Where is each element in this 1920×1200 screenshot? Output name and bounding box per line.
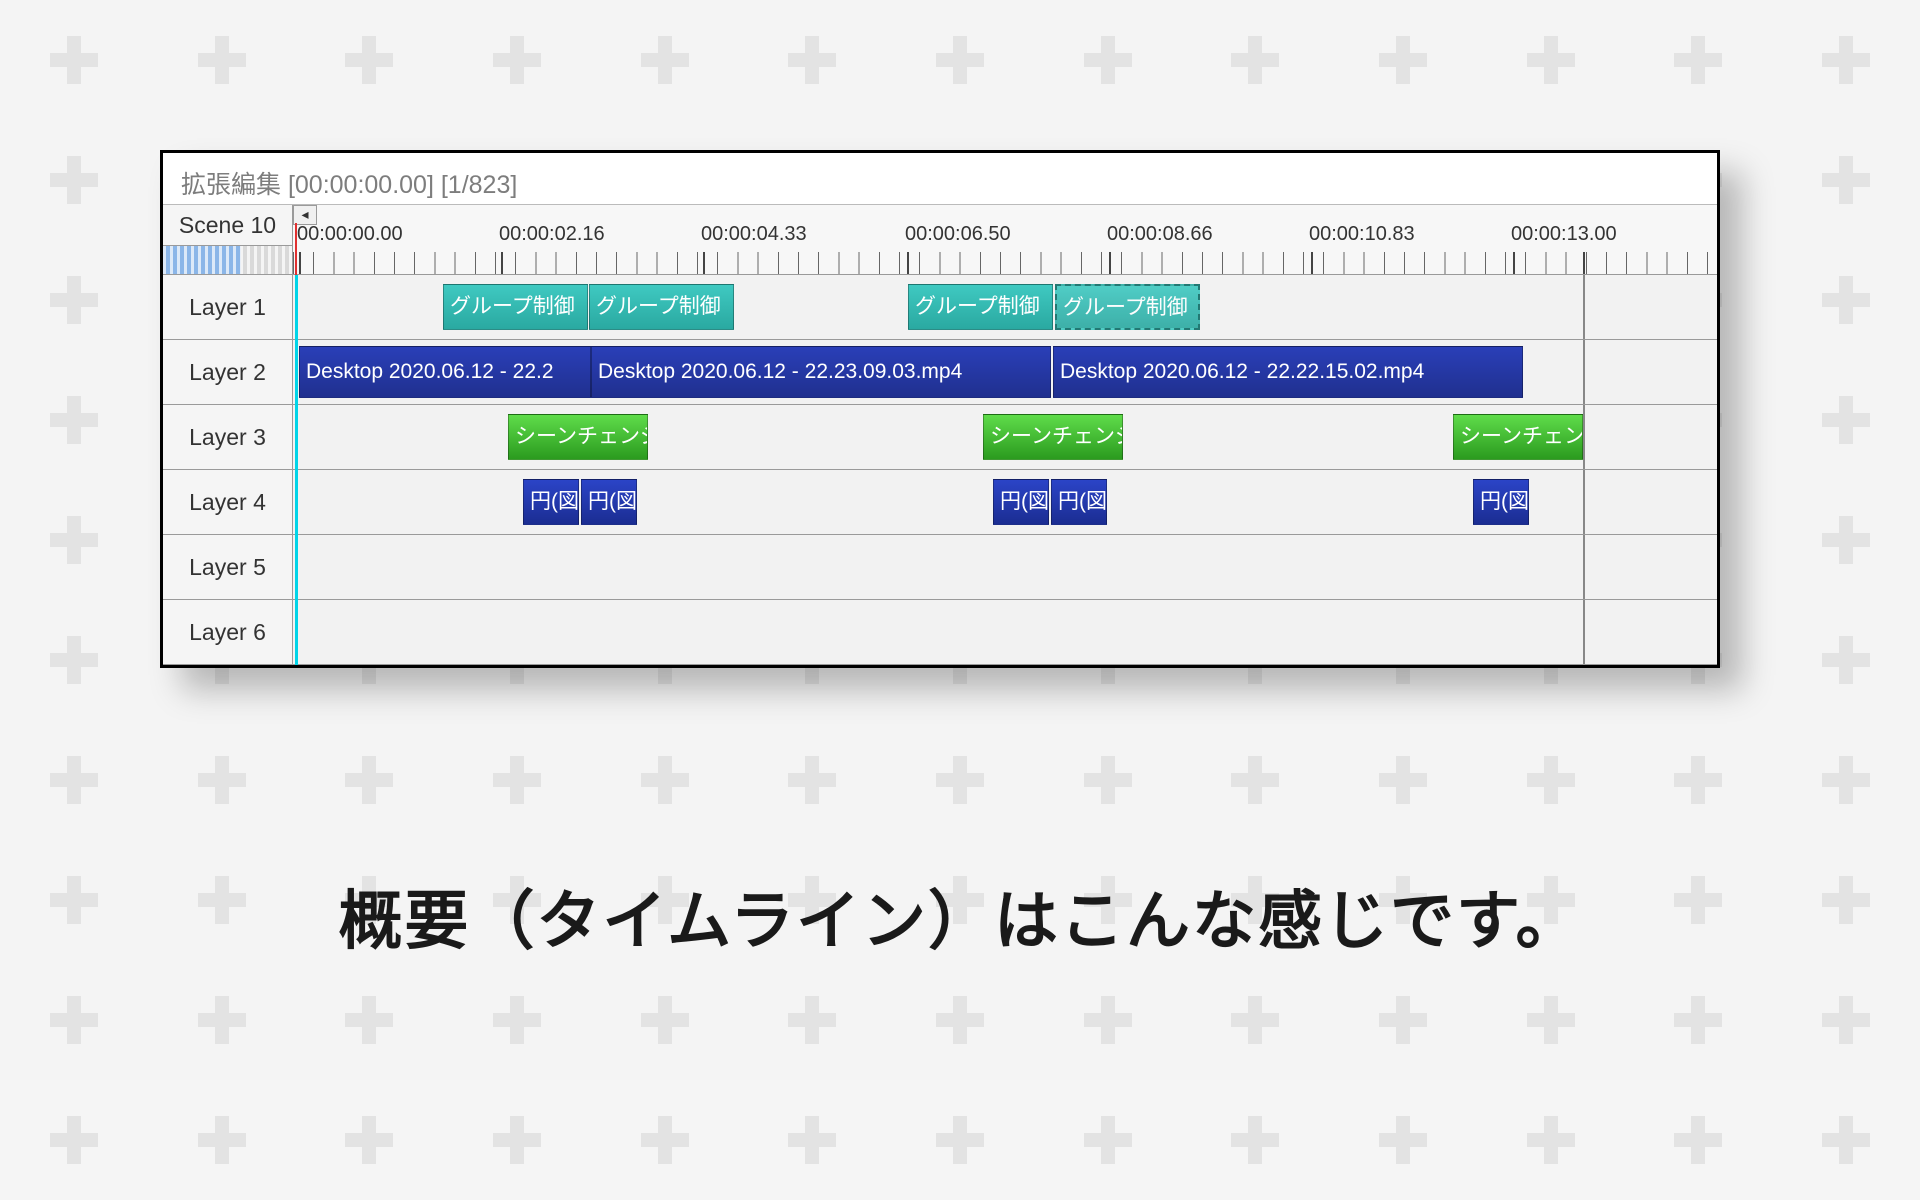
time-label: 00:00:06.50 bbox=[905, 223, 1011, 246]
layer-track[interactable]: グループ制御グループ制御グループ制御グループ制御 bbox=[293, 275, 1717, 339]
layer-row: Layer 6 bbox=[163, 600, 1717, 665]
end-marker bbox=[1583, 600, 1585, 664]
playhead-indicator[interactable] bbox=[295, 223, 297, 275]
playhead-line[interactable] bbox=[295, 275, 298, 665]
time-label: 00:00:10.83 bbox=[1309, 223, 1415, 246]
layer-track[interactable]: シーンチェンジ シーンチェンジ シーンチェンジ bbox=[293, 405, 1717, 469]
zoom-slider[interactable] bbox=[163, 246, 292, 274]
layer-label[interactable]: Layer 4 bbox=[163, 470, 293, 534]
slide-caption: 概要（タイムライン）はこんな感じです。 bbox=[0, 870, 1920, 962]
timeline-clip[interactable]: Desktop 2020.06.12 - 22.23.09.03.mp4 bbox=[591, 346, 1051, 398]
time-label: 00:00:02.16 bbox=[499, 223, 605, 246]
timeline-clip[interactable]: 円(図 bbox=[1051, 479, 1107, 525]
layer-label[interactable]: Layer 5 bbox=[163, 535, 293, 599]
time-label: 00:00:08.66 bbox=[1107, 223, 1213, 246]
layer-track[interactable]: Desktop 2020.06.12 - 22.2Desktop 2020.06… bbox=[293, 340, 1717, 404]
end-marker bbox=[1583, 470, 1585, 534]
scene-dropdown[interactable]: Scene 10 bbox=[163, 205, 292, 246]
timeline-clip[interactable]: グループ制御 bbox=[589, 284, 734, 330]
time-label: 00:00:13.00 bbox=[1511, 223, 1617, 246]
end-marker bbox=[1583, 275, 1585, 339]
time-label: 00:00:00.00 bbox=[297, 223, 403, 246]
timeline-clip[interactable]: グループ制御 bbox=[443, 284, 588, 330]
window-title: 拡張編集 [00:00:00.00] [1/823] bbox=[163, 153, 1717, 205]
timeline-clip[interactable]: 円(図 bbox=[993, 479, 1049, 525]
timeline-clip[interactable]: シーンチェンジ bbox=[508, 414, 648, 460]
scene-cell: Scene 10 bbox=[163, 205, 293, 274]
layer-label[interactable]: Layer 3 bbox=[163, 405, 293, 469]
layers-area: Layer 1グループ制御グループ制御グループ制御グループ制御Layer 2De… bbox=[163, 275, 1717, 665]
layer-label[interactable]: Layer 6 bbox=[163, 600, 293, 664]
timeline-clip[interactable]: グループ制御 bbox=[908, 284, 1053, 330]
end-marker bbox=[1583, 535, 1585, 599]
layer-label[interactable]: Layer 1 bbox=[163, 275, 293, 339]
end-marker bbox=[1583, 340, 1585, 404]
layer-track[interactable] bbox=[293, 600, 1717, 664]
scroll-left-button[interactable]: ◂ bbox=[293, 205, 317, 225]
time-ruler[interactable]: ◂ 00:00:00.00 00:00:02.16 00:00:04.33 00:00… bbox=[293, 205, 1717, 274]
timeline-clip[interactable]: 円(図 bbox=[581, 479, 637, 525]
layer-row: Layer 5 bbox=[163, 535, 1717, 600]
timeline-clip[interactable]: 円(図 bbox=[1473, 479, 1529, 525]
end-marker bbox=[1583, 405, 1585, 469]
timeline-clip[interactable]: Desktop 2020.06.12 - 22.22.15.02.mp4 bbox=[1053, 346, 1523, 398]
timeline-window: 拡張編集 [00:00:00.00] [1/823] Scene 10 ◂ 00… bbox=[160, 150, 1720, 668]
timeline-clip[interactable]: Desktop 2020.06.12 - 22.2 bbox=[299, 346, 591, 398]
layer-track[interactable] bbox=[293, 535, 1717, 599]
timeline-clip[interactable]: シーンチェンジ bbox=[983, 414, 1123, 460]
timeline-clip[interactable]: シーンチェンジ bbox=[1453, 414, 1583, 460]
layer-row: Layer 1グループ制御グループ制御グループ制御グループ制御 bbox=[163, 275, 1717, 340]
timeline-clip[interactable]: 円(図 bbox=[523, 479, 579, 525]
layer-row: Layer 4円(図円(図円(図円(図円(図 bbox=[163, 470, 1717, 535]
timeline-header: Scene 10 ◂ 00:00:00.00 00:00:02.16 00:00:0… bbox=[163, 205, 1717, 275]
time-label: 00:00:04.33 bbox=[701, 223, 807, 246]
layer-row: Layer 2Desktop 2020.06.12 - 22.2Desktop … bbox=[163, 340, 1717, 405]
timeline-clip[interactable]: グループ制御 bbox=[1055, 284, 1200, 330]
layer-track[interactable]: 円(図円(図円(図円(図円(図 bbox=[293, 470, 1717, 534]
layer-row: Layer 3 シーンチェンジ シーンチェンジ シーンチェンジ bbox=[163, 405, 1717, 470]
major-ticks bbox=[293, 252, 1717, 274]
layer-label[interactable]: Layer 2 bbox=[163, 340, 293, 404]
